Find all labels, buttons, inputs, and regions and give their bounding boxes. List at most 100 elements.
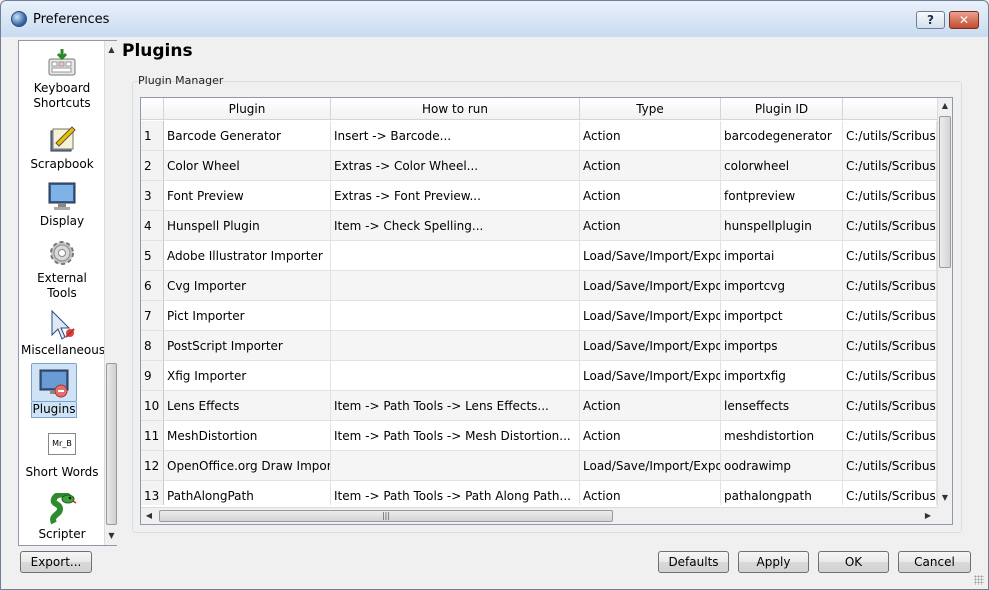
cell-plugin-id: pathalongpath bbox=[721, 481, 843, 505]
cell-type: Action bbox=[580, 121, 721, 151]
cell-type: Load/Save/Import/Export bbox=[580, 451, 721, 481]
cell-type: Action bbox=[580, 181, 721, 211]
table-row[interactable]: 2 Color Wheel Extras -> Color Wheel... Acti… bbox=[141, 151, 937, 181]
sidebar-scroll-thumb[interactable] bbox=[106, 363, 117, 525]
cell-plugin: PostScript Importer bbox=[164, 331, 331, 361]
sidebar-item-short-words[interactable]: Mr_B Short Words bbox=[21, 427, 103, 480]
table-row[interactable]: 7 Pict Importer Load/Save/Import/Export imp… bbox=[141, 301, 937, 331]
sidebar-item-display[interactable]: Display bbox=[21, 180, 103, 229]
vertical-scroll-thumb[interactable] bbox=[939, 116, 951, 268]
sidebar-item-miscellaneous[interactable]: Miscellaneous bbox=[21, 309, 105, 358]
cell-plugin-id: importxfig bbox=[721, 361, 843, 391]
table-row[interactable]: 5 Adobe Illustrator Importer Load/Save/Imp… bbox=[141, 241, 937, 271]
cancel-button[interactable]: Cancel bbox=[898, 551, 971, 573]
ok-button[interactable]: OK bbox=[818, 551, 889, 573]
help-button[interactable]: ? bbox=[916, 11, 945, 29]
python-icon bbox=[46, 491, 78, 525]
column-header-index[interactable] bbox=[141, 98, 164, 120]
sidebar-scrollbar[interactable]: ▲ ▼ bbox=[104, 41, 117, 545]
table-row[interactable]: 12 OpenOffice.org Draw Importer Load/Save/… bbox=[141, 451, 937, 481]
cell-plugin: Hunspell Plugin bbox=[164, 211, 331, 241]
column-header-plugin[interactable]: Plugin bbox=[164, 98, 331, 120]
scroll-down-icon[interactable]: ▼ bbox=[105, 529, 118, 543]
preferences-window: Preferences ? ✕ Keyboard Shortcuts Scrap… bbox=[0, 0, 989, 590]
column-header-plugin-id[interactable]: Plugin ID bbox=[721, 98, 843, 120]
cell-index: 8 bbox=[141, 331, 164, 361]
cell-index: 6 bbox=[141, 271, 164, 301]
cell-plugin: OpenOffice.org Draw Importer bbox=[164, 451, 331, 481]
scroll-left-icon[interactable]: ◀ bbox=[142, 509, 156, 523]
table-row[interactable]: 1 Barcode Generator Insert -> Barcode... Ac… bbox=[141, 121, 937, 151]
scroll-up-icon[interactable]: ▲ bbox=[105, 43, 118, 57]
scroll-down-icon[interactable]: ▼ bbox=[938, 491, 952, 505]
sidebar-item-label: Scrapbook bbox=[30, 157, 94, 171]
table-row[interactable]: 8 PostScript Importer Load/Save/Import/Exp… bbox=[141, 331, 937, 361]
sidebar-item-scrapbook[interactable]: Scrapbook bbox=[21, 123, 103, 172]
cell-file: C:/utils/Scribus 1 bbox=[843, 481, 937, 505]
export-button[interactable]: Export... bbox=[20, 551, 92, 573]
table-row[interactable]: 4 Hunspell Plugin Item -> Check Spelling..… bbox=[141, 211, 937, 241]
cell-index: 1 bbox=[141, 121, 164, 151]
column-header-type[interactable]: Type bbox=[580, 98, 721, 120]
cell-plugin: Barcode Generator bbox=[164, 121, 331, 151]
group-label: Plugin Manager bbox=[138, 74, 224, 87]
scrapbook-icon bbox=[46, 123, 78, 155]
cell-how-to-run: Extras -> Font Preview... bbox=[331, 181, 580, 211]
sidebar-item-scripter[interactable]: Scripter bbox=[21, 491, 103, 542]
cell-plugin-id: lenseffects bbox=[721, 391, 843, 421]
table-header: Plugin How to run Type Plugin ID bbox=[141, 98, 937, 120]
resize-grip[interactable] bbox=[974, 575, 984, 585]
scroll-right-icon[interactable]: ▶ bbox=[921, 509, 935, 523]
column-header-file[interactable] bbox=[843, 98, 937, 120]
cell-file: C:/utils/Scribus 1 bbox=[843, 421, 937, 451]
table-vertical-scrollbar[interactable]: ▲ ▼ bbox=[937, 98, 952, 507]
cell-plugin-id: hunspellplugin bbox=[721, 211, 843, 241]
sidebar-item-label: Plugins bbox=[31, 402, 77, 418]
cell-file: C:/utils/Scribus 1 bbox=[843, 451, 937, 481]
cell-index: 5 bbox=[141, 241, 164, 271]
cell-type: Action bbox=[580, 211, 721, 241]
cell-type: Action bbox=[580, 151, 721, 181]
cell-file: C:/utils/Scribus 1 bbox=[843, 301, 937, 331]
table-row[interactable]: 9 Xfig Importer Load/Save/Import/Export imp… bbox=[141, 361, 937, 391]
cell-type: Action bbox=[580, 391, 721, 421]
plugin-table: Plugin How to run Type Plugin ID 1 Barcod… bbox=[140, 97, 953, 525]
table-row[interactable]: 6 Cvg Importer Load/Save/Import/Export impo… bbox=[141, 271, 937, 301]
cell-file: C:/utils/Scribus 1 bbox=[843, 211, 937, 241]
title-bar[interactable]: Preferences ? ✕ bbox=[1, 1, 988, 37]
miscellaneous-icon bbox=[46, 309, 78, 341]
table-row[interactable]: 10 Lens Effects Item -> Path Tools -> Lens… bbox=[141, 391, 937, 421]
cell-how-to-run bbox=[331, 241, 580, 271]
cell-plugin-id: importcvg bbox=[721, 271, 843, 301]
apply-button[interactable]: Apply bbox=[738, 551, 809, 573]
close-button[interactable]: ✕ bbox=[949, 11, 979, 29]
table-row[interactable]: 11 MeshDistortion Item -> Path Tools -> Me… bbox=[141, 421, 937, 451]
column-header-how-to-run[interactable]: How to run bbox=[331, 98, 580, 120]
sidebar-item-keyboard-shortcuts[interactable]: Keyboard Shortcuts bbox=[21, 47, 103, 111]
cell-index: 12 bbox=[141, 451, 164, 481]
cell-plugin-id: importai bbox=[721, 241, 843, 271]
cell-plugin: PathAlongPath bbox=[164, 481, 331, 505]
page-title: Plugins bbox=[122, 41, 193, 61]
cell-file: C:/utils/Scribus 1 bbox=[843, 181, 937, 211]
table-row[interactable]: 13 PathAlongPath Item -> Path Tools -> Pat… bbox=[141, 481, 937, 505]
sidebar-item-plugins[interactable]: Plugins bbox=[31, 363, 77, 418]
cell-file: C:/utils/Scribus 1 bbox=[843, 331, 937, 361]
table-row[interactable]: 3 Font Preview Extras -> Font Preview... Ac… bbox=[141, 181, 937, 211]
table-horizontal-scrollbar[interactable]: ◀ ||| ▶ bbox=[141, 507, 937, 524]
table-body: 1 Barcode Generator Insert -> Barcode... Ac… bbox=[141, 121, 937, 505]
cell-plugin-id: barcodegenerator bbox=[721, 121, 843, 151]
cell-plugin-id: fontpreview bbox=[721, 181, 843, 211]
sidebar-item-label: Display bbox=[39, 214, 85, 228]
cell-plugin: Font Preview bbox=[164, 181, 331, 211]
cell-plugin: Cvg Importer bbox=[164, 271, 331, 301]
sidebar-item-external-tools[interactable]: External Tools bbox=[21, 237, 103, 301]
cell-index: 10 bbox=[141, 391, 164, 421]
cell-type: Load/Save/Import/Export bbox=[580, 361, 721, 391]
plugins-icon bbox=[38, 367, 70, 399]
cell-type: Action bbox=[580, 481, 721, 505]
defaults-button[interactable]: Defaults bbox=[658, 551, 729, 573]
horizontal-scroll-thumb[interactable]: ||| bbox=[159, 510, 613, 522]
cell-plugin: Xfig Importer bbox=[164, 361, 331, 391]
scroll-up-icon[interactable]: ▲ bbox=[938, 99, 952, 113]
